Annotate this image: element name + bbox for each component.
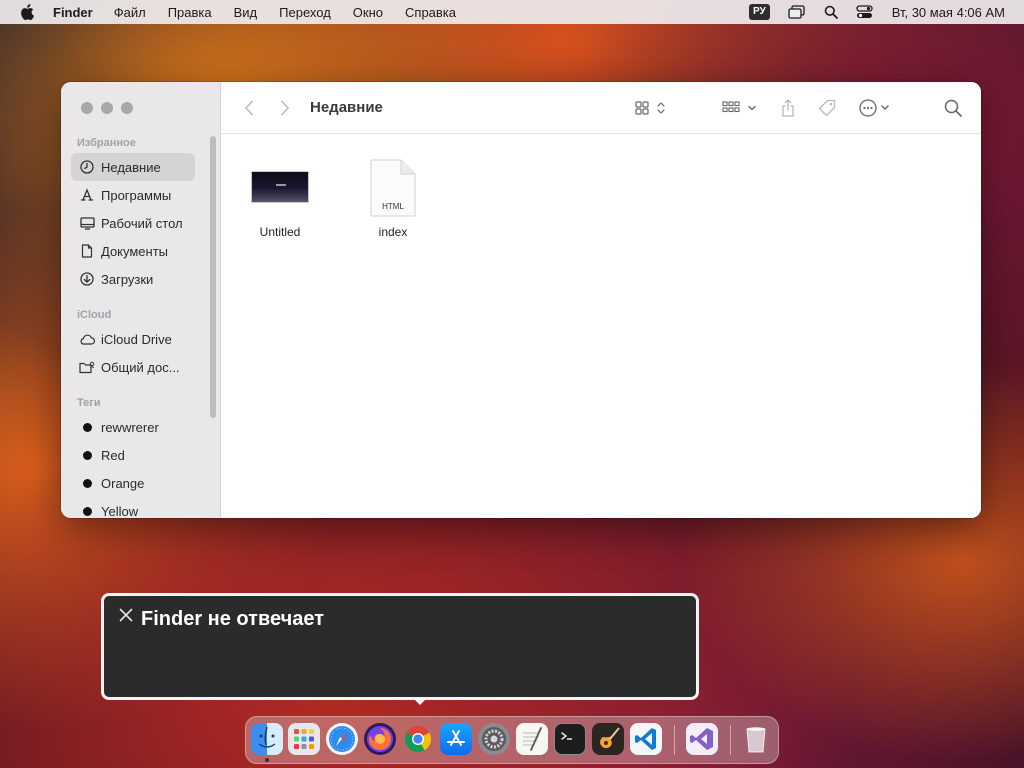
- html-file-icon: HTML: [363, 157, 423, 217]
- textedit-app-icon[interactable]: [516, 723, 548, 755]
- menu-go[interactable]: Переход: [279, 5, 331, 20]
- finder-window: Избранное Недавние Программы Рабочий сто…: [61, 82, 981, 518]
- menu-file[interactable]: Файл: [114, 5, 146, 20]
- shared-folder-icon: [79, 359, 95, 375]
- sidebar-item-label: Общий дос...: [101, 359, 180, 375]
- vscode-app-icon[interactable]: [630, 723, 662, 755]
- sidebar-item-label: Программы: [101, 187, 172, 203]
- sidebar-section-icloud: iCloud: [77, 309, 112, 321]
- sidebar-item-documents[interactable]: Документы: [71, 237, 195, 265]
- menu-window[interactable]: Окно: [353, 5, 383, 20]
- notice-pointer: [414, 699, 426, 705]
- sidebar-item-downloads[interactable]: Загрузки: [71, 265, 195, 293]
- window-controls: [81, 102, 141, 114]
- sidebar-tag-rewwrerer[interactable]: rewwrerer: [71, 413, 195, 441]
- notice-message: Finder не отвечает: [141, 608, 324, 630]
- visual-studio-app-icon[interactable]: [686, 723, 718, 755]
- terminal-app-icon[interactable]: [554, 723, 586, 755]
- sidebar-item-label: Orange: [101, 475, 145, 491]
- file-name: index: [378, 225, 408, 239]
- file-name: Untitled: [259, 225, 301, 239]
- sidebar-item-label: Документы: [101, 243, 169, 259]
- finder-app-icon[interactable]: [251, 723, 283, 755]
- tag-dot-icon: [79, 447, 95, 463]
- share-icon[interactable]: [778, 97, 798, 119]
- tag-dot-icon: [79, 503, 95, 518]
- trash-icon[interactable]: [740, 723, 772, 755]
- sidebar-item-label: Red: [101, 447, 125, 463]
- menu-app-finder[interactable]: Finder: [53, 5, 93, 20]
- download-icon: [79, 271, 95, 287]
- html-badge: HTML: [382, 202, 404, 211]
- not-responding-notice: Finder не отвечает: [101, 593, 699, 705]
- sidebar-item-label: Рабочий стол: [101, 215, 183, 231]
- launchpad-app-icon[interactable]: [288, 723, 320, 755]
- sidebar-item-applications[interactable]: Программы: [71, 181, 195, 209]
- zoom-window-button[interactable]: [121, 102, 133, 114]
- dock-separator: [674, 725, 675, 755]
- sidebar-section-tags: Теги: [77, 397, 101, 409]
- sidebar-section-favorites: Избранное: [77, 137, 136, 149]
- sidebar-tag-red[interactable]: Red: [71, 441, 195, 469]
- menubar-clock[interactable]: Вт, 30 мая 4:06 AM: [892, 5, 1005, 20]
- desktop-icon: [79, 215, 95, 231]
- sidebar-item-label: Yellow: [101, 503, 139, 519]
- menu-help[interactable]: Справка: [405, 5, 456, 20]
- tag-dot-icon: [79, 419, 95, 435]
- finder-sidebar: Избранное Недавние Программы Рабочий сто…: [61, 82, 221, 518]
- file-item-untitled[interactable]: Untitled: [235, 157, 325, 239]
- file-item-index[interactable]: HTML index: [348, 157, 438, 239]
- sidebar-item-label: Недавние: [101, 159, 161, 175]
- finder-running-indicator: [265, 758, 269, 762]
- sidebar-item-shared[interactable]: Общий дос...: [71, 353, 195, 381]
- menu-edit[interactable]: Правка: [168, 5, 212, 20]
- sidebar-item-desktop[interactable]: Рабочий стол: [71, 209, 195, 237]
- sidebar-tag-yellow[interactable]: Yellow: [71, 497, 195, 518]
- image-thumbnail-icon: [250, 157, 310, 217]
- dock-separator: [730, 725, 731, 755]
- sidebar-tag-orange[interactable]: Orange: [71, 469, 195, 497]
- finder-content: Untitled HTML index: [221, 135, 981, 518]
- apps-icon: [79, 187, 95, 203]
- garageband-app-icon[interactable]: [592, 723, 624, 755]
- view-mode-icon[interactable]: [634, 97, 670, 119]
- close-window-button[interactable]: [81, 102, 93, 114]
- sidebar-item-label: Загрузки: [101, 271, 154, 287]
- system-settings-app-icon[interactable]: [478, 723, 510, 755]
- firefox-app-icon[interactable]: [364, 723, 396, 755]
- tag-dot-icon: [79, 475, 95, 491]
- spotlight-search-icon[interactable]: [822, 4, 840, 20]
- more-actions-icon[interactable]: [858, 97, 894, 119]
- search-icon[interactable]: [943, 97, 963, 119]
- forward-arrow-icon[interactable]: [277, 97, 293, 119]
- tag-icon[interactable]: [816, 97, 838, 119]
- sidebar-item-recents[interactable]: Недавние: [71, 153, 195, 181]
- clock-icon: [79, 159, 95, 175]
- input-language-badge[interactable]: РУ: [748, 4, 770, 20]
- dock: [245, 716, 779, 764]
- chrome-app-icon[interactable]: [402, 723, 434, 755]
- safari-app-icon[interactable]: [326, 723, 358, 755]
- document-icon: [79, 243, 95, 259]
- menu-bar: Finder Файл Правка Вид Переход Окно Спра…: [0, 0, 1024, 24]
- close-icon[interactable]: [119, 608, 133, 622]
- window-title: Недавние: [310, 99, 383, 116]
- finder-toolbar: Недавние: [221, 82, 981, 134]
- sidebar-item-label: rewwrerer: [101, 419, 159, 435]
- cloud-icon: [79, 331, 95, 347]
- group-by-icon[interactable]: [722, 97, 758, 119]
- minimize-window-button[interactable]: [101, 102, 113, 114]
- menu-view[interactable]: Вид: [234, 5, 258, 20]
- screen-mirroring-icon[interactable]: [788, 4, 806, 20]
- app-store-app-icon[interactable]: [440, 723, 472, 755]
- sidebar-item-label: iCloud Drive: [101, 331, 172, 347]
- apple-menu-icon[interactable]: [20, 4, 34, 20]
- sidebar-item-icloud-drive[interactable]: iCloud Drive: [71, 325, 195, 353]
- control-center-icon[interactable]: [856, 4, 874, 20]
- sidebar-scrollbar[interactable]: [210, 136, 216, 418]
- back-arrow-icon[interactable]: [241, 97, 257, 119]
